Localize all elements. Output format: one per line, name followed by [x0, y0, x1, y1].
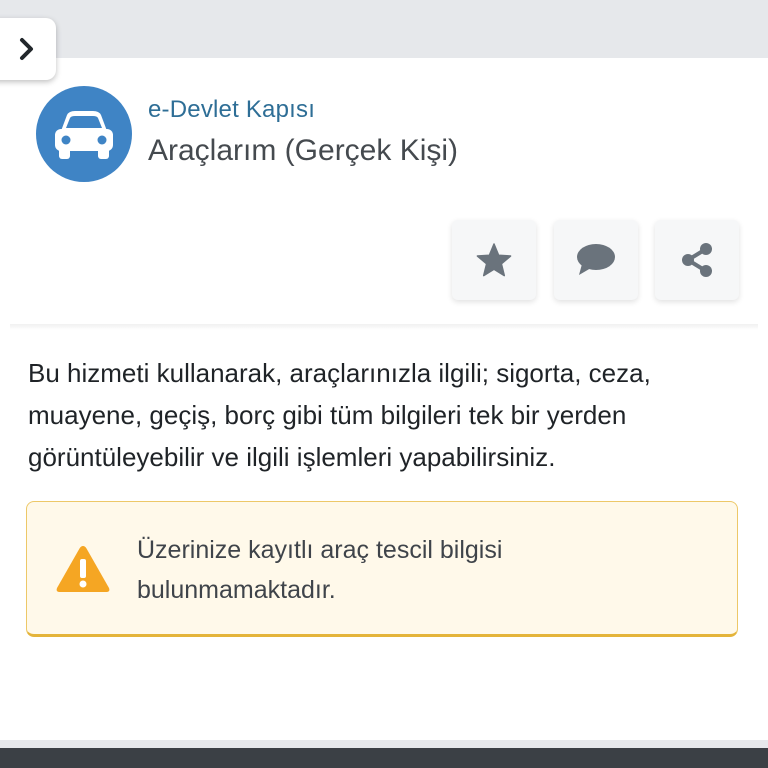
- car-icon: [55, 111, 113, 159]
- comment-button[interactable]: [554, 220, 638, 300]
- portal-name: e-Devlet Kapısı: [148, 96, 316, 123]
- header-divider: [10, 324, 758, 330]
- speech-bubble-icon: [577, 244, 615, 275]
- service-description: Bu hizmeti kullanarak, araçlarınızla ilg…: [28, 358, 651, 472]
- star-icon: [476, 243, 512, 277]
- bottom-bar: [0, 748, 768, 768]
- share-icon: [682, 243, 712, 277]
- sidebar-toggle-button[interactable]: [0, 18, 56, 80]
- chevron-right-icon: [20, 38, 33, 60]
- page-title: Araçlarım (Gerçek Kişi): [148, 134, 459, 167]
- add-favorite-button[interactable]: [452, 220, 536, 300]
- warning-triangle-icon: [56, 546, 110, 592]
- share-button[interactable]: [655, 220, 739, 300]
- warning-alert: Üzerinize kayıtlı araç tescil bilgisi bu…: [26, 501, 738, 637]
- service-icon: [36, 86, 132, 182]
- alert-message: Üzerinize kayıtlı araç tescil bilgisi bu…: [137, 536, 503, 604]
